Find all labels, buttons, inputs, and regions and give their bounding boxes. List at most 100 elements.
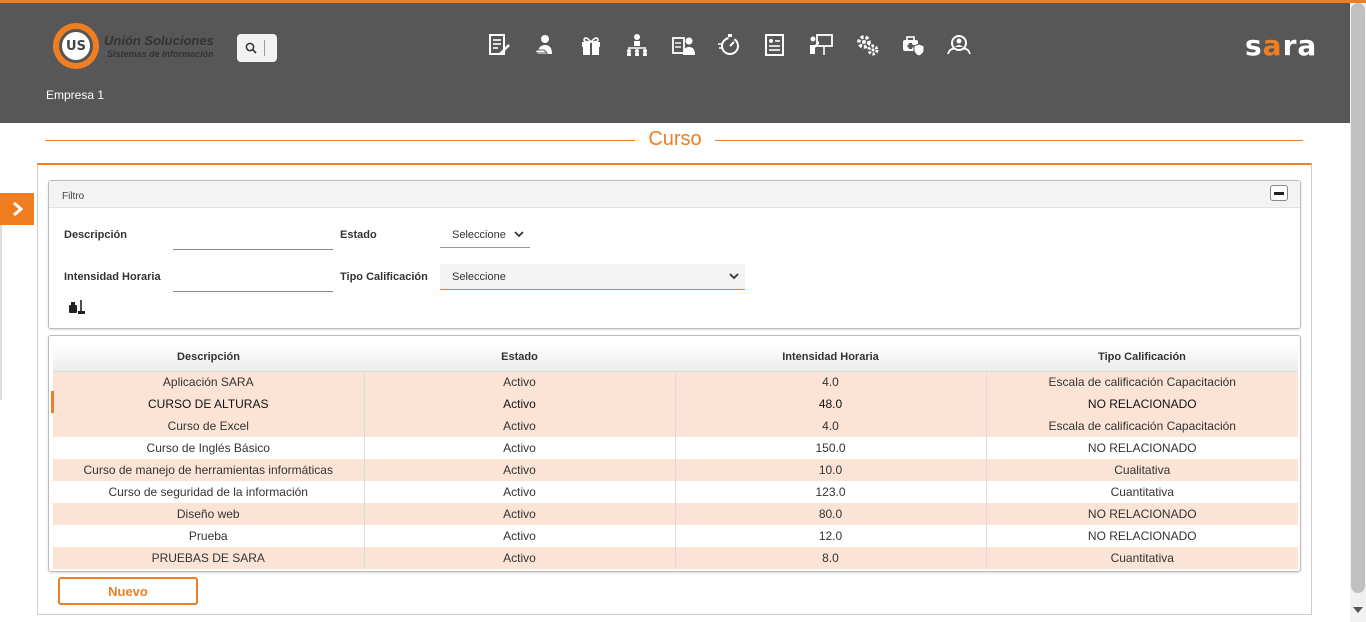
person-hand-icon[interactable] [532,31,578,59]
search-icon [245,42,257,54]
title-divider-right [715,140,1303,141]
sara-logo: sara [1245,29,1317,62]
cell-descripcion: CURSO DE ALTURAS [53,393,365,415]
cell-intensidad: 48.0 [675,393,987,415]
cell-descripcion: PRUEBAS DE SARA [53,547,365,569]
cell-intensidad: 4.0 [675,371,987,393]
cell-intensidad: 12.0 [675,525,987,547]
filter-title: Filtro [62,191,85,202]
chevron-down-icon [514,231,524,238]
filter-header: Filtro [49,181,1300,208]
cell-descripcion: Curso de Inglés Básico [53,437,365,459]
cell-estado: Activo [364,393,676,415]
column-header-tipo[interactable]: Tipo Calificación [986,344,1298,372]
estado-label: Estado [340,229,377,241]
cell-estado: Activo [364,503,676,525]
tipo-calificacion-select[interactable]: Seleccione [440,264,745,290]
page-scrollbar[interactable] [1350,3,1366,622]
cell-intensidad: 150.0 [675,437,987,459]
column-header-estado[interactable]: Estado [364,344,675,372]
cell-tipo: Cuantitativa [986,481,1298,503]
nuevo-button[interactable]: Nuevo [58,577,198,605]
gears-icon[interactable] [854,31,900,59]
table-row[interactable]: Curso de Inglés Básico Activo 150.0 NO R… [53,437,1298,459]
union-soluciones-logo[interactable]: US [53,23,99,69]
column-header-intensidad[interactable]: Intensidad Horaria [675,344,986,372]
cell-estado: Activo [364,525,676,547]
cell-descripcion: Aplicación SARA [53,371,365,393]
intensidad-label: Intensidad Horaria [64,271,161,283]
cell-estado: Activo [364,415,676,437]
filter-panel: Filtro [48,180,1301,329]
cell-descripcion: Prueba [53,525,365,547]
cell-intensidad: 10.0 [675,459,987,481]
title-divider-left [45,140,635,141]
cell-tipo: NO RELACIONADO [986,437,1298,459]
hierarchy-icon[interactable] [624,31,670,59]
column-header-descripcion[interactable]: Descripción [53,344,364,372]
cell-tipo: NO RELACIONADO [986,503,1298,525]
scroll-down-arrow-icon[interactable] [1353,607,1363,613]
estado-select[interactable]: Seleccione [440,222,530,248]
collapse-filter-button[interactable] [1270,185,1288,201]
cell-intensidad: 4.0 [675,415,987,437]
company-name: Empresa 1 [46,88,105,102]
sara-logo-s: s [1245,29,1263,62]
cell-tipo: Cualitativa [986,459,1298,481]
scrollbar-thumb[interactable] [1351,3,1365,593]
selected-row-marker [51,391,54,413]
brand-title: Unión Soluciones [104,33,214,48]
descripcion-label: Descripción [64,229,127,241]
app-header: US Unión Soluciones Sistemas de Informac… [0,3,1350,123]
timer-icon[interactable] [716,31,762,59]
table-row[interactable]: Curso de seguridad de la información Act… [53,481,1298,503]
cell-tipo: NO RELACIONADO [986,393,1298,415]
search-button[interactable] [237,34,277,62]
sidebar-rail [0,225,2,400]
courses-table: Descripción Estado Intensidad Horaria Ti… [53,344,1298,569]
cell-descripcion: Curso de Excel [53,415,365,437]
cell-intensidad: 8.0 [675,547,987,569]
id-card-icon[interactable] [670,31,716,59]
search-divider [264,40,265,56]
tipo-calificacion-label: Tipo Calificación [340,271,428,283]
document-edit-icon[interactable] [486,31,532,59]
sara-logo-a: a [1262,29,1283,62]
table-row[interactable]: Curso de manejo de herramientas informát… [53,459,1298,481]
report-icon[interactable] [762,31,808,59]
chevron-right-icon [13,202,23,216]
table-row[interactable]: Aplicación SARA Activo 4.0 Escala de cal… [53,371,1298,393]
logo-text: US [59,29,93,63]
cell-intensidad: 80.0 [675,503,987,525]
sidebar-toggle-button[interactable] [0,193,34,225]
intensidad-input[interactable] [173,270,333,292]
medical-shield-icon[interactable] [900,31,946,59]
tipo-calificacion-select-value: Seleccione [452,270,506,283]
module-nav [486,31,992,59]
table-row[interactable]: Curso de Excel Activo 4.0 Escala de cali… [53,415,1298,437]
brand-subtitle: Sistemas de Información [107,49,214,59]
sara-logo-a2: a [1297,29,1318,62]
cell-tipo: Cuantitativa [986,547,1298,569]
page-title: Curso [648,128,702,150]
table-row[interactable]: PRUEBAS DE SARA Activo 8.0 Cuantitativa [53,547,1298,569]
cell-tipo: Escala de calificación Capacitación [986,371,1298,393]
cell-estado: Activo [364,437,676,459]
cell-intensidad: 123.0 [675,481,987,503]
cell-descripcion: Curso de seguridad de la información [53,481,365,503]
table-header-row: Descripción Estado Intensidad Horaria Ti… [53,344,1298,372]
sara-logo-r: r [1282,29,1298,62]
cell-descripcion: Curso de manejo de herramientas informát… [53,459,365,481]
descripcion-input[interactable] [173,228,333,250]
chevron-down-icon [729,273,739,280]
table-row-selected[interactable]: CURSO DE ALTURAS Activo 48.0 NO RELACION… [53,393,1298,415]
table-row[interactable]: Diseño web Activo 80.0 NO RELACIONADO [53,503,1298,525]
clear-filter-icon[interactable] [68,298,86,319]
presentation-icon[interactable] [808,31,854,59]
table-row[interactable]: Prueba Activo 12.0 NO RELACIONADO [53,525,1298,547]
estado-select-value: Seleccione [452,228,506,241]
gift-icon[interactable] [578,31,624,59]
cell-tipo: Escala de calificación Capacitación [986,415,1298,437]
people-search-icon[interactable] [946,31,992,59]
cell-tipo: NO RELACIONADO [986,525,1298,547]
